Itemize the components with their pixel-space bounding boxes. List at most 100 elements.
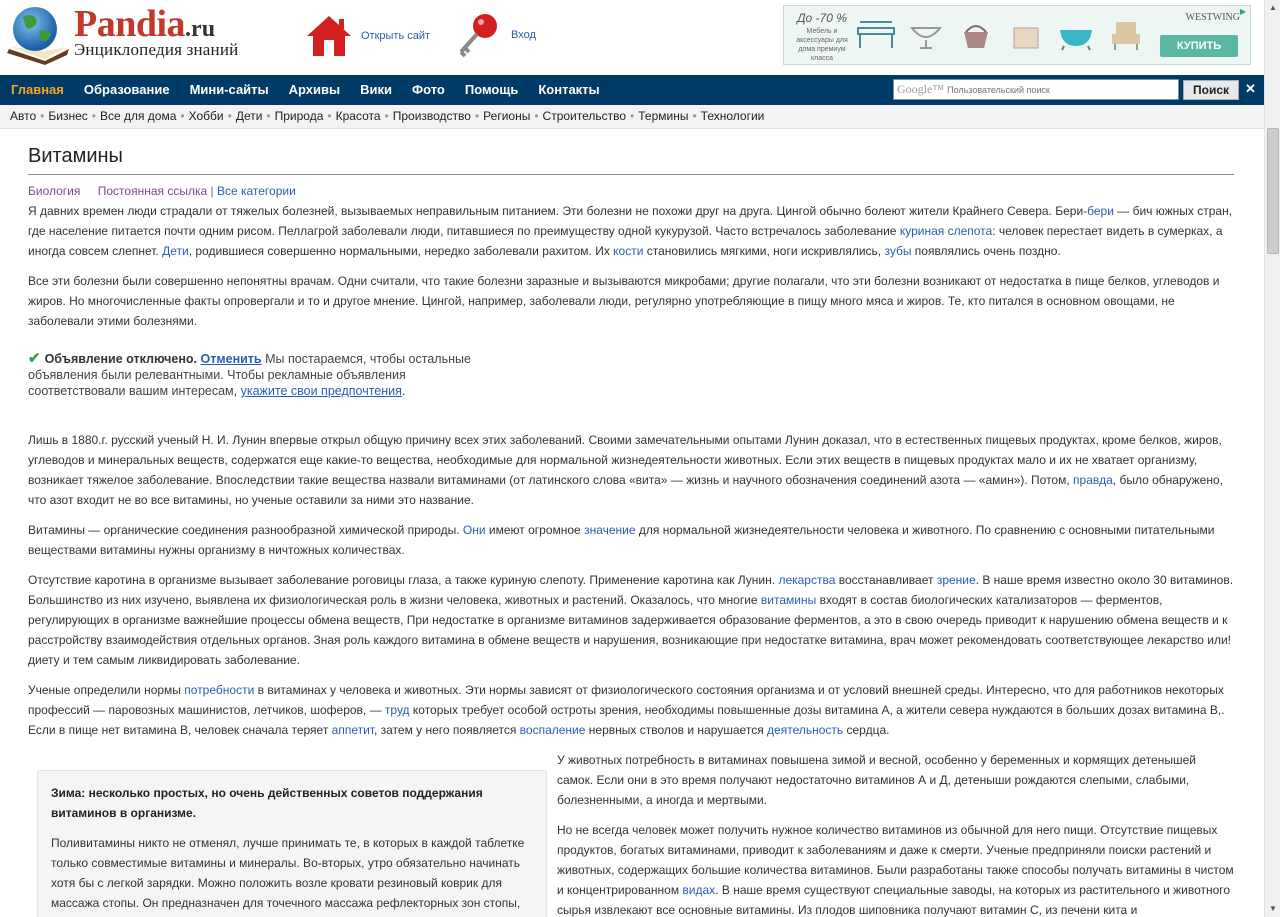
text: Ученые определили нормы bbox=[28, 683, 185, 697]
subnav-item-auto[interactable]: Авто bbox=[10, 109, 36, 123]
nav-item-photo[interactable]: Фото bbox=[412, 75, 445, 105]
link-medicine[interactable]: лекарства bbox=[778, 573, 835, 587]
brand-tld: .ru bbox=[185, 16, 216, 42]
all-categories-link[interactable]: Все категории bbox=[217, 184, 296, 198]
link-appetite[interactable]: аппетит bbox=[332, 723, 374, 737]
subnav-separator: • bbox=[630, 109, 635, 123]
nav-item-home[interactable]: Главная bbox=[11, 75, 64, 105]
open-site-link[interactable]: Открыть сайт bbox=[305, 14, 430, 58]
box-icon bbox=[1006, 18, 1046, 52]
nav-item-wiki[interactable]: Вики bbox=[360, 75, 392, 105]
article-paragraph-3: Лишь в 1880.г. русский ученый Н. И. Луни… bbox=[28, 430, 1234, 510]
link-inflammation[interactable]: воспаление bbox=[520, 723, 586, 737]
ad-preferences-link[interactable]: укажите свои предпочтения bbox=[241, 384, 402, 398]
site-header: Pandia.ru Энциклопедия знаний Открыть са… bbox=[0, 0, 1264, 75]
login-link[interactable]: Вход bbox=[455, 12, 536, 58]
link-children[interactable]: Дети bbox=[162, 244, 189, 258]
link-needs[interactable]: потребности bbox=[184, 683, 254, 697]
text: Лишь в 1880.г. русский ученый Н. И. Луни… bbox=[28, 433, 1222, 487]
search-input[interactable] bbox=[947, 84, 1178, 95]
category-link[interactable]: Биология bbox=[28, 184, 80, 198]
ad-product-images bbox=[856, 18, 1146, 52]
link-forms[interactable]: видах bbox=[682, 883, 715, 897]
link-bones[interactable]: кости bbox=[613, 244, 643, 258]
subnav-item-construction[interactable]: Строительство bbox=[543, 109, 627, 123]
scroll-down-icon[interactable]: ▼ bbox=[1265, 901, 1280, 917]
subnav-separator: • bbox=[40, 109, 45, 123]
link-activity[interactable]: деятельность bbox=[767, 723, 843, 737]
article-paragraph-5: Отсутствие каротина в организме вызывает… bbox=[28, 570, 1234, 670]
link-night-blindness[interactable]: куриная слепота bbox=[900, 224, 992, 238]
search-box[interactable]: Google™ bbox=[893, 79, 1179, 100]
link-they[interactable]: Они bbox=[463, 523, 486, 537]
text: нервных стволов и нарушается bbox=[585, 723, 768, 737]
link-vision[interactable]: зрение bbox=[937, 573, 976, 587]
nav-item-contacts[interactable]: Контакты bbox=[538, 75, 599, 105]
link-beriberi[interactable]: бери bbox=[1087, 204, 1114, 218]
subnav-item-tech[interactable]: Технологии bbox=[701, 109, 765, 123]
text: Витамины — органические соединения разно… bbox=[28, 523, 463, 537]
subnav-item-home[interactable]: Все для дома bbox=[100, 109, 176, 123]
subnav-item-production[interactable]: Производство bbox=[393, 109, 471, 123]
main-nav: Главная Образование Мини-сайты Архивы Ви… bbox=[0, 75, 1264, 105]
article-paragraph-4: Витамины — органические соединения разно… bbox=[28, 520, 1234, 560]
ad-notice-title: Объявление отключено. bbox=[44, 352, 198, 366]
two-column-section: Зима: несколько простых, но очень действ… bbox=[28, 750, 1234, 917]
text: сердца. bbox=[843, 723, 890, 737]
brand-subtitle: Энциклопедия знаний bbox=[74, 40, 239, 59]
tips-text: Поливитамины никто не отменял, лучше при… bbox=[51, 836, 525, 917]
brand-logo-text[interactable]: Pandia.ru Энциклопедия знаний bbox=[74, 4, 238, 60]
subnav-item-kids[interactable]: Дети bbox=[236, 109, 263, 123]
subnav-item-regions[interactable]: Регионы bbox=[483, 109, 530, 123]
home-icon bbox=[307, 16, 351, 56]
subnav-item-hobby[interactable]: Хобби bbox=[189, 109, 224, 123]
link-truth[interactable]: правда bbox=[1073, 473, 1113, 487]
article-paragraph-1: Я давних времен люди страдали от тяжелых… bbox=[28, 201, 1234, 261]
article-paragraph-2: Все эти болезни были совершенно непонятн… bbox=[28, 274, 1220, 328]
category-subnav: Авто • Бизнес • Все для дома • Хобби • Дети • Прир… bbox=[0, 105, 1264, 129]
ad-promo: До -70 % Мебель и аксессуары для дома пр… bbox=[792, 11, 852, 63]
subnav-item-terms[interactable]: Термины bbox=[638, 109, 688, 123]
article-paragraph-8: Но не всегда человек может получить нужн… bbox=[557, 820, 1234, 917]
globe-book-logo-icon[interactable] bbox=[5, 5, 73, 65]
text: появлялись очень поздно. bbox=[911, 244, 1061, 258]
ad-brand-name: WESTWING bbox=[1185, 12, 1240, 23]
nav-item-archives[interactable]: Архивы bbox=[289, 75, 340, 105]
link-vitamins[interactable]: витамины bbox=[761, 593, 816, 607]
article-meta: Биология Постоянная ссылка | Все категор… bbox=[28, 184, 1234, 198]
nav-item-help[interactable]: Помощь bbox=[465, 75, 518, 105]
search-button[interactable]: Поиск bbox=[1183, 80, 1239, 100]
scroll-up-icon[interactable]: ▲ bbox=[1265, 0, 1280, 16]
armchair-icon bbox=[1106, 18, 1146, 52]
ad-cancel-link[interactable]: Отменить bbox=[201, 352, 262, 366]
text: имеют огромное bbox=[485, 523, 585, 537]
nav-item-education[interactable]: Образование bbox=[84, 75, 170, 105]
scroll-thumb[interactable] bbox=[1267, 128, 1279, 254]
checkmark-icon: ✔ bbox=[28, 350, 41, 367]
subnav-item-business[interactable]: Бизнес bbox=[48, 109, 87, 123]
google-prefix: Google™ bbox=[897, 82, 945, 96]
link-labor[interactable]: труд bbox=[385, 703, 410, 717]
login-label: Вход bbox=[511, 29, 536, 41]
link-teeth[interactable]: зубы bbox=[884, 244, 911, 258]
link-importance[interactable]: значение bbox=[584, 523, 635, 537]
close-icon[interactable]: ✕ bbox=[1245, 81, 1256, 97]
article: Витамины Биология Постоянная ссылка | Вс… bbox=[28, 145, 1234, 917]
winter-tips-box: Зима: несколько простых, но очень действ… bbox=[37, 770, 547, 917]
subnav-separator: • bbox=[474, 109, 480, 123]
westwing-ad-banner[interactable]: До -70 % Мебель и аксессуары для дома пр… bbox=[783, 5, 1251, 65]
permalink-link[interactable]: Постоянная ссылка bbox=[98, 184, 207, 198]
ad-buy-button[interactable]: КУПИТЬ bbox=[1160, 35, 1238, 57]
subnav-item-nature[interactable]: Природа bbox=[275, 109, 324, 123]
subnav-separator: • bbox=[180, 109, 185, 123]
nav-item-mini-sites[interactable]: Мини-сайты bbox=[190, 75, 269, 105]
ad-notice-end: . bbox=[401, 384, 406, 398]
ad-disabled-notice: ✔ Объявление отключено. Отменить Мы поста… bbox=[28, 351, 498, 421]
subnav-separator: • bbox=[91, 109, 96, 123]
page-scrollbar[interactable]: ▲ ▼ bbox=[1264, 0, 1280, 917]
ad-choices-icon[interactable]: ▶ bbox=[1238, 7, 1248, 17]
subnav-item-beauty[interactable]: Красота bbox=[336, 109, 381, 123]
bathtub-icon bbox=[1056, 18, 1096, 52]
text: становились мягкими, ноги искривлялись, bbox=[643, 244, 885, 258]
key-icon bbox=[459, 14, 497, 58]
